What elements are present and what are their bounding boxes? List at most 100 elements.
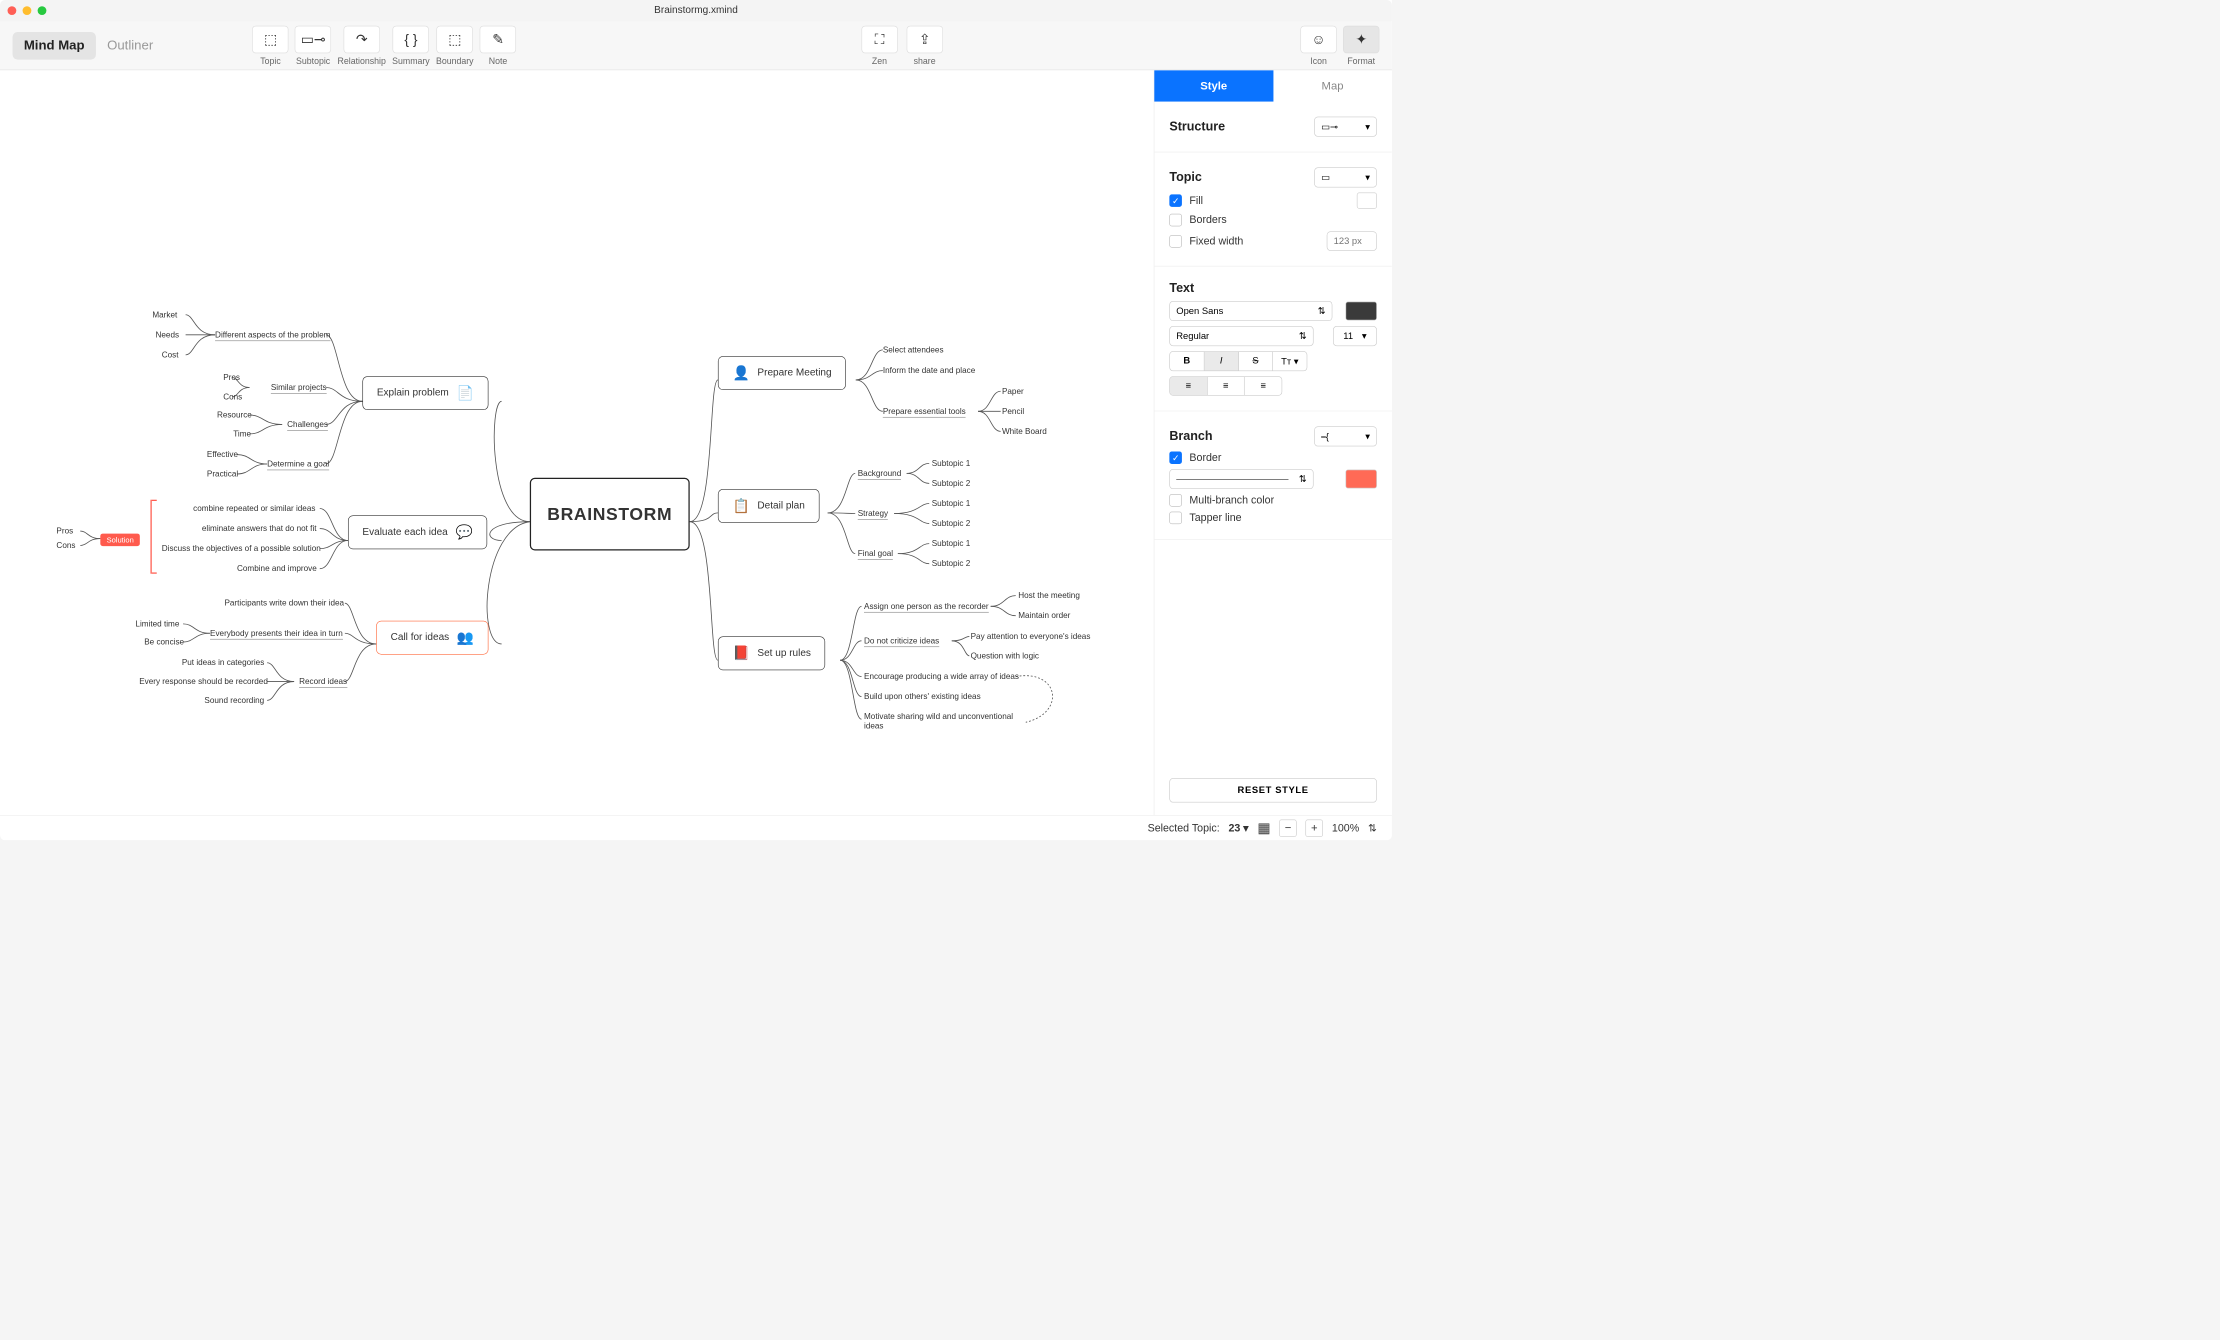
- panel-tab-map[interactable]: Map: [1273, 70, 1392, 101]
- zoom-out-button[interactable]: −: [1279, 819, 1297, 837]
- leaf[interactable]: Maintain order: [1018, 611, 1070, 620]
- leaf[interactable]: Needs: [155, 330, 179, 339]
- tapper-line-checkbox[interactable]: [1169, 512, 1182, 525]
- leaf[interactable]: Assign one person as the recorder: [864, 601, 989, 612]
- topic-button[interactable]: ⬚Topic: [252, 25, 288, 65]
- leaf[interactable]: Every response should be recorded: [139, 677, 268, 686]
- leaf[interactable]: Record ideas: [299, 677, 347, 688]
- leaf[interactable]: Pay attention to everyone's ideas: [971, 631, 1091, 640]
- minimize-window-icon[interactable]: [23, 6, 32, 15]
- strike-button[interactable]: S: [1239, 352, 1273, 371]
- font-size-select[interactable]: 11▾: [1333, 326, 1377, 346]
- leaf[interactable]: Practical: [207, 469, 238, 478]
- relationship-button[interactable]: ↷Relationship: [338, 25, 386, 65]
- font-family-select[interactable]: Open Sans⇅: [1169, 301, 1332, 321]
- leaf[interactable]: Encourage producing a wide array of idea…: [864, 672, 1019, 681]
- node-detail-plan[interactable]: 📋Detail plan: [718, 489, 819, 523]
- fill-checkbox[interactable]: ✓: [1169, 194, 1182, 207]
- node-evaluate-idea[interactable]: Evaluate each idea💬: [348, 515, 487, 549]
- leaf[interactable]: Subtopic 2: [932, 519, 971, 528]
- format-button[interactable]: ✦Format: [1343, 25, 1379, 65]
- panel-tab-style[interactable]: Style: [1154, 70, 1273, 101]
- leaf[interactable]: Put ideas in categories: [182, 658, 264, 667]
- leaf[interactable]: Determine a goal: [267, 459, 329, 470]
- note-button[interactable]: ✎Note: [480, 25, 516, 65]
- border-color-swatch[interactable]: [1346, 470, 1377, 489]
- leaf[interactable]: Pros: [56, 526, 73, 535]
- bold-button[interactable]: B: [1170, 352, 1204, 371]
- italic-button[interactable]: I: [1204, 352, 1238, 371]
- leaf[interactable]: Resource: [217, 410, 252, 419]
- tab-mind-map[interactable]: Mind Map: [13, 32, 96, 60]
- leaf[interactable]: Do not criticize ideas: [864, 636, 939, 647]
- zoom-dropdown-icon[interactable]: ⇅: [1368, 822, 1377, 835]
- font-weight-select[interactable]: Regular⇅: [1169, 326, 1313, 346]
- branch-style-select[interactable]: ⎯{ ▾: [1314, 426, 1377, 446]
- leaf[interactable]: White Board: [1002, 426, 1047, 435]
- central-topic[interactable]: BRAINSTORM: [530, 478, 690, 551]
- leaf[interactable]: Different aspects of the problem: [215, 330, 330, 341]
- leaf[interactable]: Paper: [1002, 386, 1024, 395]
- leaf[interactable]: Prepare essential tools: [883, 406, 966, 417]
- share-button[interactable]: ⇪share: [906, 25, 942, 65]
- leaf[interactable]: Discuss the objectives of a possible sol…: [162, 544, 321, 553]
- leaf[interactable]: Subtopic 1: [932, 458, 971, 467]
- leaf[interactable]: Inform the date and place: [883, 366, 975, 375]
- leaf[interactable]: Combine and improve: [237, 564, 317, 573]
- node-set-up-rules[interactable]: 📕Set up rules: [718, 636, 825, 670]
- fixed-width-input[interactable]: [1327, 231, 1377, 250]
- leaf[interactable]: Everybody presents their idea in turn: [210, 628, 343, 639]
- solution-tag[interactable]: Solution: [100, 534, 140, 547]
- borders-checkbox[interactable]: [1169, 214, 1182, 227]
- leaf[interactable]: Subtopic 1: [932, 498, 971, 507]
- reset-style-button[interactable]: RESET STYLE: [1169, 778, 1377, 802]
- leaf[interactable]: Effective: [207, 450, 238, 459]
- leaf[interactable]: Background: [858, 468, 902, 479]
- leaf[interactable]: Market: [152, 310, 177, 319]
- topic-shape-select[interactable]: ▭ ▾: [1314, 167, 1377, 187]
- border-checkbox[interactable]: ✓: [1169, 451, 1182, 464]
- leaf[interactable]: Similar projects: [271, 382, 327, 393]
- border-line-select[interactable]: ⇅: [1169, 469, 1313, 489]
- leaf[interactable]: Time: [233, 429, 251, 438]
- leaf[interactable]: Pencil: [1002, 406, 1024, 415]
- map-overview-icon[interactable]: ▦: [1257, 820, 1270, 836]
- leaf[interactable]: Subtopic 1: [932, 539, 971, 548]
- leaf[interactable]: Cons: [56, 540, 75, 549]
- selected-topic-count[interactable]: 23 ▾: [1228, 822, 1248, 835]
- leaf[interactable]: Cost: [162, 350, 179, 359]
- node-call-for-ideas[interactable]: Call for ideas👥: [376, 621, 488, 655]
- align-center-button[interactable]: ≡: [1207, 377, 1244, 395]
- tab-outliner[interactable]: Outliner: [96, 32, 165, 60]
- icon-button[interactable]: ☺Icon: [1300, 25, 1336, 65]
- close-window-icon[interactable]: [8, 6, 17, 15]
- leaf[interactable]: Limited time: [135, 619, 179, 628]
- leaf[interactable]: Participants write down their idea: [224, 598, 344, 607]
- leaf[interactable]: Be concise: [144, 637, 184, 646]
- structure-select[interactable]: ▭⊸ ▾: [1314, 117, 1377, 137]
- multi-branch-checkbox[interactable]: [1169, 494, 1182, 507]
- leaf[interactable]: Question with logic: [971, 651, 1039, 660]
- node-explain-problem[interactable]: Explain problem📄: [362, 376, 488, 410]
- leaf[interactable]: Host the meeting: [1018, 591, 1080, 600]
- fill-color-swatch[interactable]: [1357, 192, 1377, 208]
- subtopic-button[interactable]: ▭⊸Subtopic: [295, 25, 331, 65]
- leaf[interactable]: Select attendees: [883, 345, 944, 354]
- zen-button[interactable]: ⛶Zen: [861, 25, 897, 65]
- leaf[interactable]: eliminate answers that do not fit: [202, 524, 317, 533]
- maximize-window-icon[interactable]: [38, 6, 47, 15]
- leaf[interactable]: combine repeated or similar ideas: [193, 503, 315, 512]
- canvas[interactable]: BRAINSTORM Explain problem📄 Different as…: [0, 70, 1154, 815]
- case-button[interactable]: Tᴛ ▾: [1273, 352, 1307, 371]
- align-right-button[interactable]: ≡: [1245, 377, 1282, 395]
- zoom-level[interactable]: 100%: [1332, 822, 1359, 835]
- leaf[interactable]: Subtopic 2: [932, 478, 971, 487]
- font-color-swatch[interactable]: [1346, 302, 1377, 321]
- leaf[interactable]: Challenges: [287, 419, 328, 430]
- align-left-button[interactable]: ≡: [1170, 377, 1207, 395]
- boundary-button[interactable]: ⬚Boundary: [436, 25, 474, 65]
- fixed-width-checkbox[interactable]: [1169, 235, 1182, 248]
- leaf[interactable]: Cons: [223, 392, 242, 401]
- leaf[interactable]: Strategy: [858, 508, 888, 519]
- summary-button[interactable]: { }Summary: [392, 25, 430, 65]
